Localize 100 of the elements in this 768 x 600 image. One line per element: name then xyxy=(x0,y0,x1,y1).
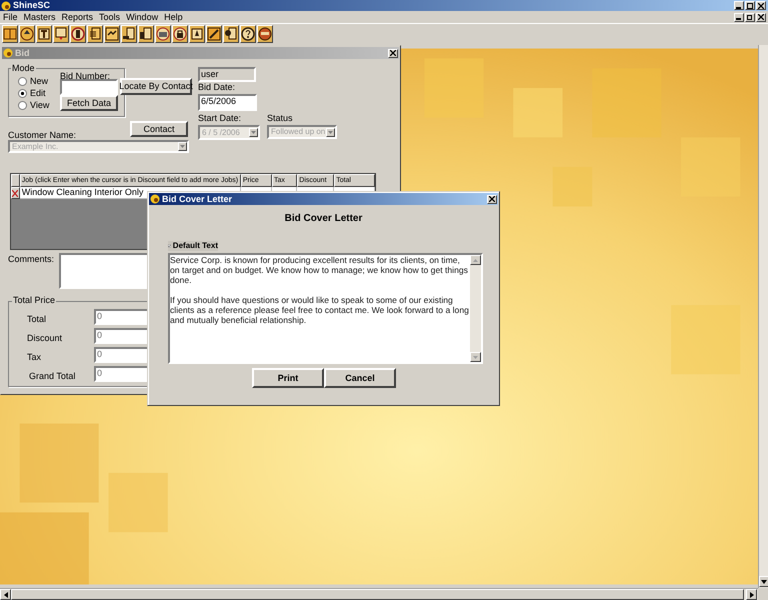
radio-button[interactable]: New xyxy=(18,76,58,87)
close-button[interactable] xyxy=(388,48,398,58)
toolbar-button[interactable] xyxy=(223,25,239,43)
document-icon xyxy=(54,27,68,41)
field-label: Total xyxy=(27,314,46,325)
toolbar-button[interactable] xyxy=(138,25,154,43)
print-button[interactable]: Print xyxy=(252,368,324,388)
scroll-down-button[interactable] xyxy=(470,352,481,362)
field-label: Bid Number: xyxy=(60,71,110,82)
restore-button[interactable] xyxy=(745,12,755,22)
app-logo-icon xyxy=(150,194,160,204)
close-icon xyxy=(489,196,495,202)
lock-icon xyxy=(173,27,187,41)
close-button[interactable] xyxy=(756,1,766,10)
up-arrow-icon xyxy=(473,258,478,262)
window-title: ShineSC xyxy=(13,0,50,11)
field-label: Discount xyxy=(27,333,62,344)
circle-icon xyxy=(258,27,272,41)
delete-icon xyxy=(12,190,18,196)
toolbar-button[interactable] xyxy=(240,25,256,43)
field-label: Status xyxy=(267,113,293,124)
circle-icon xyxy=(20,27,34,41)
row-header[interactable] xyxy=(11,187,20,199)
menu-item[interactable]: File xyxy=(0,11,21,23)
down-arrow-icon xyxy=(328,130,333,134)
menu-item[interactable]: Help xyxy=(161,11,186,23)
field-label: Bid Date: xyxy=(198,82,236,93)
toolbar-button[interactable] xyxy=(172,25,188,43)
field-label: Mode xyxy=(11,63,36,74)
circle-icon xyxy=(71,27,85,41)
down-arrow-icon xyxy=(761,580,767,584)
default-text-checkbox[interactable]: Default Text xyxy=(168,241,218,251)
down-arrow-icon xyxy=(251,131,256,134)
field-label: Customer Name: xyxy=(8,130,76,141)
menu-item[interactable]: Tools xyxy=(96,11,124,23)
letter-paragraph: If you should have questions or would like to speak to some of our existing clients as a reference please feel free to contact me. We look forward to a long and mutually beneficial relationship. xyxy=(170,295,469,325)
scroll-up-button[interactable] xyxy=(470,255,481,265)
circle-icon xyxy=(241,27,255,41)
scroll-down-button[interactable] xyxy=(759,576,768,587)
document-icon xyxy=(224,27,238,41)
close-button[interactable] xyxy=(487,194,497,204)
left-arrow-icon xyxy=(4,592,8,598)
letter-paragraph: Service Corp. is known for producing excellent results for its clients, on time, on target and on budget. We know how to manage; we know how to get things done. xyxy=(170,255,469,285)
book-icon xyxy=(3,27,17,41)
row-header-corner xyxy=(11,174,20,187)
dialog-heading: Bid Cover Letter xyxy=(284,213,364,225)
menu-item[interactable]: Reports xyxy=(58,11,96,23)
scroll-left-button[interactable] xyxy=(0,589,11,600)
app-logo-icon xyxy=(3,48,13,58)
minimize-button[interactable] xyxy=(734,12,744,22)
toolbar-button[interactable] xyxy=(87,25,103,43)
field-label: Tax xyxy=(27,352,42,363)
menu-item[interactable]: Window xyxy=(123,11,162,23)
maximize-icon xyxy=(747,2,753,8)
close-button[interactable] xyxy=(756,12,766,22)
app-logo-icon xyxy=(1,0,11,10)
toolbar-button[interactable] xyxy=(104,25,120,43)
toolbar-button[interactable] xyxy=(189,25,205,43)
field-label: Grand Total xyxy=(29,371,76,382)
window-title: Bid xyxy=(15,47,30,59)
fetch-data-button[interactable]: Fetch Data xyxy=(60,95,118,111)
restore-icon xyxy=(747,14,753,20)
close-icon xyxy=(758,14,764,20)
toolbar-button[interactable] xyxy=(19,25,35,43)
toolbar-button[interactable] xyxy=(155,25,171,43)
radio-button[interactable]: Edit xyxy=(18,88,58,99)
right-arrow-icon xyxy=(750,592,754,598)
field-label: Start Date: xyxy=(198,113,242,124)
radio-button[interactable]: View xyxy=(18,100,58,111)
document-icon xyxy=(139,27,153,41)
toolbar-button[interactable] xyxy=(206,25,222,43)
document-icon xyxy=(190,27,204,41)
checkbox-icon xyxy=(168,242,171,250)
menu-item[interactable]: Masters xyxy=(20,11,59,23)
document-icon xyxy=(122,27,136,41)
close-icon xyxy=(390,50,396,56)
letter-text-area[interactable] xyxy=(168,253,483,364)
field-label: Total Price xyxy=(12,295,56,306)
bid-number-field[interactable] xyxy=(60,79,118,95)
bid-date-field[interactable]: 6/5/2006 xyxy=(198,94,257,111)
field-label: Comments: xyxy=(8,254,54,265)
down-arrow-icon xyxy=(180,145,185,148)
vertical-scrollbar[interactable] xyxy=(470,255,481,362)
scroll-right-button[interactable] xyxy=(746,589,757,600)
toolbar-button[interactable] xyxy=(2,25,18,43)
vertical-scrollbar[interactable] xyxy=(758,45,768,588)
toolbar-button[interactable] xyxy=(257,25,273,43)
toolbar-button[interactable] xyxy=(36,25,52,43)
cancel-button[interactable]: Cancel xyxy=(324,368,396,388)
down-arrow-icon xyxy=(473,356,478,358)
minimize-button[interactable] xyxy=(734,1,744,10)
toolbar-button[interactable] xyxy=(53,25,69,43)
toolbar-button[interactable] xyxy=(70,25,86,43)
user-field[interactable]: user xyxy=(198,67,256,82)
toolbar-button[interactable] xyxy=(121,25,137,43)
document-icon xyxy=(88,27,102,41)
contact-button[interactable]: Contact xyxy=(130,121,188,137)
maximize-button[interactable] xyxy=(745,1,755,10)
close-icon xyxy=(758,2,764,8)
document-icon xyxy=(37,27,51,41)
